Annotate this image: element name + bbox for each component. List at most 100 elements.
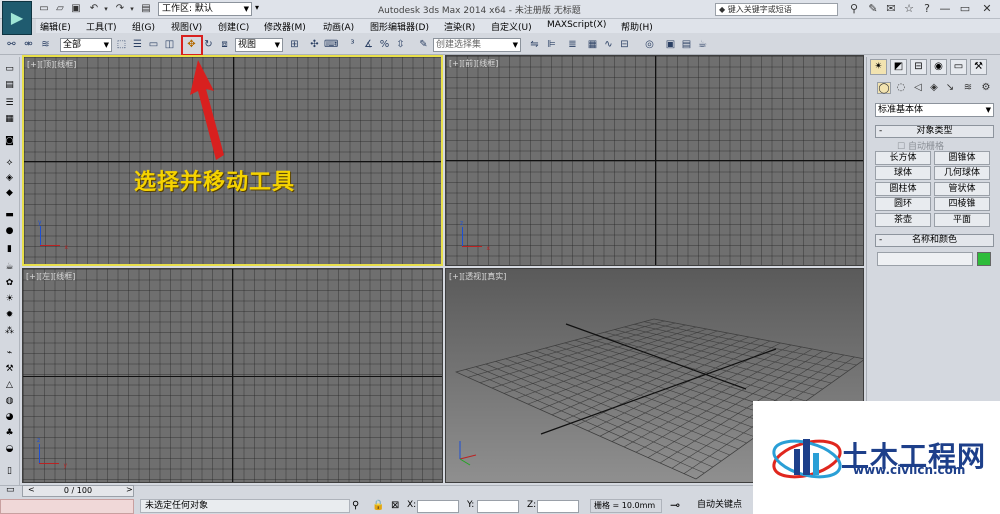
menu-rendering[interactable]: 渲染(R) bbox=[444, 20, 475, 33]
mirror-icon[interactable]: ⇋ bbox=[528, 38, 541, 51]
space-warps-icon[interactable]: ≋ bbox=[961, 82, 975, 94]
close-icon[interactable]: ✕ bbox=[978, 1, 996, 16]
bind-space-warp-icon[interactable]: ≋ bbox=[39, 38, 52, 51]
menu-tools[interactable]: 工具(T) bbox=[86, 20, 117, 33]
percent-snap-icon[interactable]: % bbox=[378, 38, 391, 51]
graphite-ribbon-icon[interactable]: ▦ bbox=[586, 38, 599, 51]
render-setup-icon[interactable]: ▣ bbox=[664, 38, 677, 51]
isolate-icon[interactable]: ⚲ bbox=[352, 500, 359, 511]
subscription-icon[interactable]: ✎ bbox=[866, 2, 880, 16]
menu-help[interactable]: 帮助(H) bbox=[621, 20, 653, 33]
schematic-view-icon[interactable]: ⊟ bbox=[618, 38, 631, 51]
autokey-button[interactable]: 自动关键点 bbox=[697, 499, 742, 512]
select-and-manipulate-icon[interactable]: ✣ bbox=[308, 38, 321, 51]
table-icon[interactable]: ▦ bbox=[3, 113, 16, 125]
rectangular-selection-icon[interactable]: ▭ bbox=[147, 38, 160, 51]
slider-prev-icon[interactable]: < bbox=[28, 485, 35, 494]
binoculars-icon[interactable]: ⚲ bbox=[847, 2, 861, 16]
pyramid-button[interactable]: 四棱锥 bbox=[934, 197, 990, 211]
menu-animation[interactable]: 动画(A) bbox=[323, 20, 354, 33]
layer-manager-icon[interactable]: ≣ bbox=[566, 38, 579, 51]
geometry-icon[interactable]: ◯ bbox=[877, 82, 891, 94]
menu-modifiers[interactable]: 修改器(M) bbox=[264, 20, 306, 33]
helpers-icon[interactable]: ↘ bbox=[943, 82, 957, 94]
undo-icon[interactable]: ↶ bbox=[88, 3, 100, 15]
select-object-icon[interactable]: ⬚ bbox=[115, 38, 128, 51]
list-icon[interactable]: ☰ bbox=[3, 97, 16, 109]
utilities-tab-icon[interactable]: ⚒ bbox=[970, 59, 987, 75]
layer-icon[interactable]: ▤ bbox=[3, 79, 16, 91]
bone-icon[interactable]: ⟡ bbox=[3, 157, 16, 169]
menu-create[interactable]: 创建(C) bbox=[218, 20, 249, 33]
time-slider[interactable]: 0 / 100 bbox=[22, 485, 134, 497]
selection-filter-dropdown[interactable]: 全部 ▼ bbox=[60, 38, 112, 52]
systems-icon[interactable]: ⚙ bbox=[979, 82, 993, 94]
lights-icon[interactable]: ◁ bbox=[911, 82, 925, 94]
create-tab-icon[interactable]: ✴ bbox=[870, 59, 887, 75]
category-dropdown[interactable]: 标准基本体 ▼ bbox=[875, 103, 994, 117]
select-and-scale-icon[interactable]: ⧈ bbox=[218, 38, 231, 51]
globe-icon[interactable]: ◍ bbox=[3, 395, 16, 407]
search-input[interactable]: ◆ 键入关键字或短语 bbox=[715, 3, 838, 16]
menu-maxscript[interactable]: MAXScript(X) bbox=[547, 20, 606, 30]
menu-edit[interactable]: 编辑(E) bbox=[40, 20, 71, 33]
workspace-selector[interactable]: 工作区: 默认 ▼ bbox=[158, 2, 252, 16]
sun-icon[interactable]: ☀ bbox=[3, 293, 16, 305]
cameras-icon[interactable]: ◈ bbox=[927, 82, 941, 94]
menu-group[interactable]: 组(G) bbox=[132, 20, 155, 33]
teapot-button[interactable]: 茶壶 bbox=[875, 213, 931, 227]
keyboard-shortcut-override-icon[interactable]: ⌨ bbox=[324, 38, 338, 51]
sphere-alt-icon[interactable]: ◕ bbox=[3, 411, 16, 423]
display-tab-icon[interactable]: ▭ bbox=[950, 59, 967, 75]
save-file-icon[interactable]: ▣ bbox=[70, 3, 82, 15]
menu-graph-editors[interactable]: 图形编辑器(D) bbox=[370, 20, 429, 33]
project-folder-icon[interactable]: ▤ bbox=[140, 3, 152, 15]
camera-icon[interactable]: ◙ bbox=[3, 135, 16, 147]
viewport-layout-icon[interactable]: ▭ bbox=[3, 63, 16, 75]
spline-icon[interactable]: ⌁ bbox=[3, 347, 16, 359]
plane-icon[interactable]: ▬ bbox=[3, 209, 16, 221]
torus-button[interactable]: 圆环 bbox=[875, 197, 931, 211]
object-type-rollout[interactable]: - 对象类型 bbox=[875, 125, 994, 138]
object-name-input[interactable] bbox=[877, 252, 973, 266]
workspace-options-icon[interactable]: ▾ bbox=[255, 3, 259, 12]
pivot-center-icon[interactable]: ⊞ bbox=[288, 38, 301, 51]
modify-tab-icon[interactable]: ◩ bbox=[890, 59, 907, 75]
new-file-icon[interactable]: ▭ bbox=[38, 3, 50, 15]
spinner-snap-icon[interactable]: ⇳ bbox=[394, 38, 407, 51]
viewport-top[interactable]: [+][顶][线框] yx bbox=[22, 55, 443, 266]
edit-named-selection-icon[interactable]: ✎ bbox=[417, 38, 430, 51]
menu-customize[interactable]: 自定义(U) bbox=[491, 20, 532, 33]
redo-icon[interactable]: ↷ bbox=[114, 3, 126, 15]
sphere-button[interactable]: 球体 bbox=[875, 166, 931, 180]
viewport-front[interactable]: [+][前][线框] zx bbox=[445, 55, 864, 266]
container-icon[interactable]: ◆ bbox=[3, 187, 16, 199]
curve-editor-icon[interactable]: ∿ bbox=[602, 38, 615, 51]
motion-tab-icon[interactable]: ◉ bbox=[930, 59, 947, 75]
align-icon[interactable]: ⊫ bbox=[545, 38, 558, 51]
tube-button[interactable]: 管状体 bbox=[934, 182, 990, 196]
material-editor-icon[interactable]: ◎ bbox=[643, 38, 656, 51]
earth-icon[interactable]: ◒ bbox=[3, 443, 16, 455]
select-by-name-icon[interactable]: ☰ bbox=[131, 38, 144, 51]
open-file-icon[interactable]: ▱ bbox=[54, 3, 66, 15]
cone-button[interactable]: 圆锥体 bbox=[934, 151, 990, 165]
minimize-icon[interactable]: — bbox=[936, 1, 954, 16]
z-coordinate-input[interactable] bbox=[537, 500, 579, 513]
select-and-rotate-icon[interactable]: ↻ bbox=[202, 38, 215, 51]
key-icon[interactable]: ⊸ bbox=[670, 498, 680, 512]
helper-icon[interactable]: ◈ bbox=[3, 172, 16, 184]
cylinder-icon[interactable]: ▮ bbox=[3, 243, 16, 255]
plane-button[interactable]: 平面 bbox=[934, 213, 990, 227]
unlink-icon[interactable]: ⚮ bbox=[22, 38, 35, 51]
render-production-icon[interactable]: ☕ bbox=[696, 38, 709, 51]
lock-selection-icon[interactable]: 🔒 bbox=[372, 500, 384, 511]
communication-icon[interactable]: ✉ bbox=[884, 2, 898, 16]
slider-next-icon[interactable]: > bbox=[126, 485, 133, 494]
wrench-icon[interactable]: ⚒ bbox=[3, 363, 16, 375]
reference-coordinate-dropdown[interactable]: 视图 ▼ bbox=[235, 38, 283, 52]
y-coordinate-input[interactable] bbox=[477, 500, 519, 513]
particle-icon[interactable]: ⁂ bbox=[3, 325, 16, 337]
menu-view[interactable]: 视图(V) bbox=[171, 20, 202, 33]
box-button[interactable]: 长方体 bbox=[875, 151, 931, 165]
